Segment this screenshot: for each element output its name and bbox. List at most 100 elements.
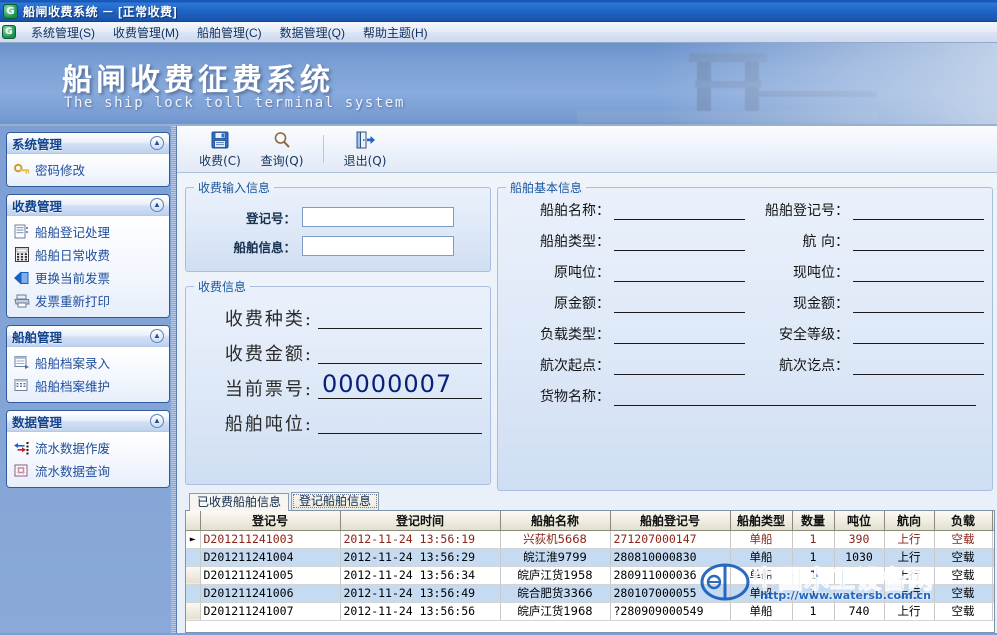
voyage-destination-value[interactable] (853, 358, 984, 375)
cell-load: 空载 (934, 602, 992, 620)
toolbar-button-exit[interactable]: 退出(Q) (334, 128, 396, 171)
table-row[interactable]: D201211241006 2012-11-24 13:56:49 皖合肥货33… (186, 584, 995, 602)
sidebar-item-ship-archive-entry[interactable]: 船舶档案录入 (11, 351, 167, 374)
field-direction: 航 向： (745, 231, 984, 251)
sidebar-group-datamgmt-header[interactable]: 数据管理 ▲ (7, 411, 169, 432)
table-row[interactable]: D201211241004 2012-11-24 13:56:29 皖江淮979… (186, 548, 995, 566)
toolbar-button-query[interactable]: 查询(Q) (251, 128, 313, 171)
field-current-ticket-number: 当前票号: 00000007 (194, 373, 482, 399)
row-selector-cell[interactable] (186, 584, 200, 602)
cell-quantity: 1 (792, 548, 834, 566)
sidebar-item-password-change[interactable]: 密码修改 (11, 158, 167, 181)
original-tonnage-value[interactable] (614, 265, 745, 282)
current-ticket-number-value[interactable]: 00000007 (318, 373, 482, 399)
chevron-up-icon[interactable]: ▲ (150, 329, 164, 343)
sidebar-item-ship-registration[interactable]: 船舶登记处理 (11, 220, 167, 243)
row-selector-cell[interactable]: ► (186, 530, 200, 548)
field-label: 航次讫点： (745, 355, 853, 375)
column-header-tonnage[interactable]: 吨位 (834, 511, 884, 530)
cell-quantity: 1 (792, 602, 834, 620)
toolbar: 收费(C) 查询(Q) (177, 126, 997, 173)
chevron-up-icon[interactable]: ▲ (150, 136, 164, 150)
sidebar-group-toll-header[interactable]: 收费管理 ▲ (7, 195, 169, 216)
ship-reg-number-value[interactable] (853, 203, 984, 220)
sidebar-item-void-transaction[interactable]: 流水数据作废 (11, 436, 167, 459)
sidebar-item-label: 船舶日常收费 (35, 245, 110, 264)
cell-reg-no: D201211241006 (200, 584, 340, 602)
menu-item-toll[interactable]: 收费管理(M) (104, 22, 188, 43)
column-header-reg-time[interactable]: 登记时间 (340, 511, 500, 530)
field-fee-amount: 收费金额: (194, 338, 482, 364)
data-grid[interactable]: 登记号 登记时间 船舶名称 船舶登记号 船舶类型 数量 吨位 航向 负载 是否免… (185, 510, 995, 633)
row-selector-header (186, 511, 200, 530)
row-selector-cell[interactable] (186, 602, 200, 620)
cargo-name-value[interactable] (614, 389, 976, 406)
table-row[interactable]: D201211241007 2012-11-24 13:56:56 皖庐江货19… (186, 602, 995, 620)
sidebar-group-toll-title: 收费管理 (12, 196, 150, 215)
cell-direction: 上行 (884, 530, 934, 548)
sidebar-item-reprint-invoice[interactable]: 发票重新打印 (11, 289, 167, 312)
direction-value[interactable] (853, 234, 984, 251)
chevron-up-icon[interactable]: ▲ (150, 414, 164, 428)
cell-free: 收费 (992, 530, 995, 548)
column-header-direction[interactable]: 航向 (884, 511, 934, 530)
sidebar: 系统管理 ▲ 密码修改 (0, 126, 176, 633)
cell-load: 空载 (934, 584, 992, 602)
field-label: 货物名称： (506, 386, 614, 406)
menu-app-icon[interactable]: G (2, 25, 16, 39)
field-label: 船舶信息： (194, 237, 302, 256)
toolbar-button-charge[interactable]: 收费(C) (189, 128, 251, 171)
row-selector-cell[interactable] (186, 548, 200, 566)
ship-name-value[interactable] (614, 203, 745, 220)
chevron-up-icon[interactable]: ▲ (150, 198, 164, 212)
safety-level-value[interactable] (853, 327, 984, 344)
tab-charged-ships[interactable]: 已收费船舶信息 (189, 493, 289, 511)
field-original-tonnage: 原吨位： (506, 262, 745, 282)
app-logo-icon: G (3, 4, 18, 19)
sidebar-item-replace-invoice[interactable]: 更换当前发票 (11, 266, 167, 289)
voyage-origin-value[interactable] (614, 358, 745, 375)
ship-type-value[interactable] (614, 234, 745, 251)
field-voyage-origin: 航次起点： (506, 355, 745, 375)
fee-amount-value[interactable] (318, 338, 482, 364)
sidebar-group-system-header[interactable]: 系统管理 ▲ (7, 133, 169, 154)
sidebar-item-query-transaction[interactable]: 流水数据查询 (11, 459, 167, 482)
menu-item-help[interactable]: 帮助主题(H) (354, 22, 437, 43)
cell-tonnage (834, 584, 884, 602)
tab-registered-ships[interactable]: 登记船舶信息 (291, 492, 379, 510)
fee-type-value[interactable] (318, 303, 482, 329)
cell-reg-no: D201211241007 (200, 602, 340, 620)
sidebar-item-ship-daily-toll[interactable]: 船舶日常收费 (11, 243, 167, 266)
sidebar-scrollbar[interactable] (171, 126, 176, 633)
cell-ship-type: 单船 (730, 548, 792, 566)
field-ship-reg-number: 船舶登记号： (745, 200, 984, 220)
load-type-value[interactable] (614, 327, 745, 344)
column-header-free[interactable]: 是否免费 (992, 511, 995, 530)
sidebar-item-ship-archive-maintain[interactable]: 船舶档案维护 (11, 374, 167, 397)
column-header-ship-reg-no[interactable]: 船舶登记号 (610, 511, 730, 530)
ship-tonnage-value[interactable] (318, 408, 482, 434)
column-header-load[interactable]: 负载 (934, 511, 992, 530)
column-header-quantity[interactable]: 数量 (792, 511, 834, 530)
cell-ship-reg-no: 280107000055 (610, 584, 730, 602)
column-header-ship-name[interactable]: 船舶名称 (500, 511, 610, 530)
registration-number-input[interactable] (302, 207, 454, 227)
sidebar-item-label: 船舶档案维护 (35, 376, 110, 395)
table-row[interactable]: D201211241005 2012-11-24 13:56:34 皖庐江货19… (186, 566, 995, 584)
field-original-amount: 原金额： (506, 293, 745, 313)
row-selector-cell[interactable] (186, 566, 200, 584)
current-amount-value[interactable] (853, 296, 984, 313)
column-header-reg-no[interactable]: 登记号 (200, 511, 340, 530)
ship-info-input[interactable] (302, 236, 454, 256)
menu-item-ship[interactable]: 船舶管理(C) (188, 22, 271, 43)
column-header-ship-type[interactable]: 船舶类型 (730, 511, 792, 530)
field-ship-name: 船舶名称： (506, 200, 745, 220)
sidebar-group-ship-header[interactable]: 船舶管理 ▲ (7, 326, 169, 347)
current-tonnage-value[interactable] (853, 265, 984, 282)
original-amount-value[interactable] (614, 296, 745, 313)
table-row[interactable]: ► D201211241003 2012-11-24 13:56:19 兴荻机5… (186, 530, 995, 548)
sidebar-group-datamgmt-title: 数据管理 (12, 412, 150, 431)
menu-item-data[interactable]: 数据管理(Q) (271, 22, 354, 43)
menu-item-system[interactable]: 系统管理(S) (22, 22, 104, 43)
cell-reg-no: D201211241003 (200, 530, 340, 548)
